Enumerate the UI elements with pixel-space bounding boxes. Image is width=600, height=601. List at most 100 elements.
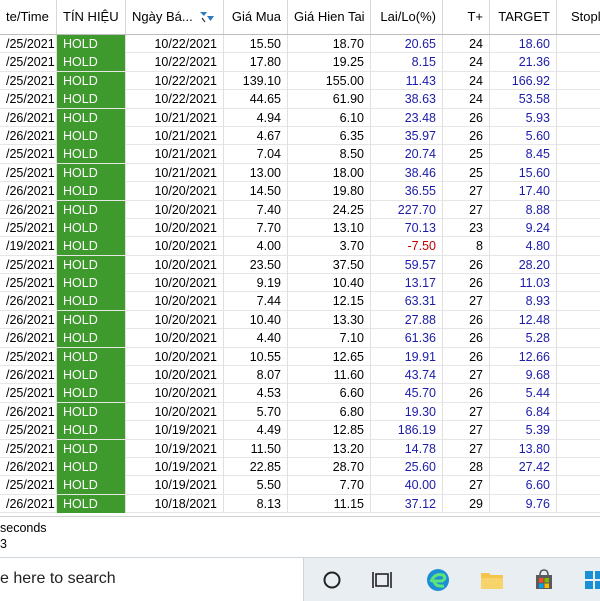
cell-datetime[interactable]: /25/2021 (0, 90, 57, 109)
cell-cur-price[interactable]: 37.50 (288, 255, 371, 274)
cell-cur-price[interactable]: 11.60 (288, 366, 371, 385)
cell-target[interactable]: 18.60 (490, 35, 557, 53)
cell-target[interactable]: 6.84 (490, 402, 557, 421)
cell-signal[interactable]: HOLD (57, 347, 126, 366)
table-row[interactable]: /25/2021 HOLD 10/21/2021 7.04 8.50 20.74 25 8.4… (0, 145, 600, 164)
cell-cur-price[interactable]: 6.80 (288, 402, 371, 421)
task-view-icon[interactable] (366, 564, 398, 596)
cell-t[interactable]: 26 (443, 255, 490, 274)
cell-stoploss[interactable]: 42. (557, 90, 600, 108)
cell-cur-price[interactable]: 19.80 (288, 182, 371, 201)
table-row[interactable]: /25/2021 HOLD 10/20/2021 10.55 12.65 19.91 26 1… (0, 347, 600, 367)
cell-pnl[interactable]: 27.88 (371, 310, 443, 329)
cell-pnl[interactable]: 70.13 (371, 218, 443, 237)
cell-signal[interactable]: HOLD (57, 329, 126, 348)
col-header-datetime[interactable]: te/Time (0, 0, 57, 34)
cell-buy-date[interactable]: 10/19/2021 (126, 457, 224, 476)
cell-buy-date[interactable]: 10/21/2021 (126, 108, 224, 127)
col-header-target[interactable]: TARGET (490, 0, 557, 34)
cell-signal[interactable]: HOLD (57, 421, 126, 440)
cell-pnl[interactable]: 43.74 (371, 366, 443, 385)
cell-datetime[interactable]: /26/2021 (0, 494, 57, 513)
table-row[interactable]: /26/2021 HOLD 10/20/2021 8.07 11.60 43.74 27 9.… (0, 366, 600, 385)
col-header-buy-price[interactable]: Giá Mua (224, 0, 288, 34)
cell-target[interactable]: 9.24 (490, 218, 557, 237)
cell-buy-price[interactable]: 22.85 (224, 457, 288, 476)
cell-target[interactable]: 8.45 (490, 145, 557, 164)
cell-t[interactable]: 29 (443, 494, 490, 513)
cell-target[interactable]: 6.60 (490, 476, 557, 495)
cell-signal[interactable]: HOLD (57, 292, 126, 311)
taskbar-search-box[interactable]: e here to search (0, 558, 304, 601)
cell-datetime[interactable]: /26/2021 (0, 366, 57, 385)
cell-signal[interactable]: HOLD (57, 402, 126, 421)
cell-signal[interactable]: HOLD (57, 126, 126, 145)
cell-target[interactable]: 8.93 (490, 292, 557, 311)
cell-t[interactable]: 25 (443, 163, 490, 182)
cell-t[interactable]: 23 (443, 218, 490, 237)
cell-buy-price[interactable]: 14.50 (224, 182, 288, 201)
cell-datetime[interactable]: /26/2021 (0, 457, 57, 476)
cell-datetime[interactable]: /25/2021 (0, 347, 57, 366)
cell-cur-price[interactable]: 24.25 (288, 200, 371, 219)
cell-stoploss[interactable]: 4. (557, 127, 600, 145)
cell-cur-price[interactable]: 12.85 (288, 421, 371, 440)
cell-datetime[interactable]: /25/2021 (0, 476, 57, 495)
cell-cur-price[interactable]: 6.60 (288, 384, 371, 403)
cell-signal[interactable]: HOLD (57, 494, 126, 513)
cell-stoploss[interactable]: 12. (557, 164, 600, 182)
cell-cur-price[interactable]: 11.15 (288, 494, 371, 513)
cell-target[interactable]: 28.20 (490, 255, 557, 274)
cell-t[interactable]: 24 (443, 35, 490, 53)
cell-stoploss[interactable]: 5. (557, 403, 600, 421)
cell-stoploss[interactable]: 21. (557, 458, 600, 476)
cell-stoploss[interactable]: 5. (557, 476, 600, 494)
edge-icon[interactable] (422, 564, 454, 596)
cell-stoploss[interactable]: 7. (557, 201, 600, 219)
cell-target[interactable]: 21.36 (490, 53, 557, 72)
cell-datetime[interactable]: /26/2021 (0, 292, 57, 311)
cell-cur-price[interactable]: 61.90 (288, 90, 371, 109)
cell-stoploss[interactable]: 13. (557, 182, 600, 200)
cell-buy-date[interactable]: 10/20/2021 (126, 310, 224, 329)
cell-target[interactable]: 5.60 (490, 126, 557, 145)
cell-t[interactable]: 26 (443, 347, 490, 366)
cell-target[interactable]: 5.39 (490, 421, 557, 440)
cell-signal[interactable]: HOLD (57, 35, 126, 53)
cell-buy-price[interactable]: 15.50 (224, 35, 288, 53)
cell-stoploss[interactable]: 9. (557, 311, 600, 329)
cell-stoploss[interactable]: 4. (557, 384, 600, 402)
cell-t[interactable]: 27 (443, 476, 490, 495)
cell-datetime[interactable]: /26/2021 (0, 402, 57, 421)
cell-t[interactable]: 27 (443, 439, 490, 458)
table-row[interactable]: /26/2021 HOLD 10/20/2021 4.40 7.10 61.36 26 5.2… (0, 329, 600, 348)
cell-cur-price[interactable]: 28.70 (288, 457, 371, 476)
cell-buy-price[interactable]: 4.94 (224, 108, 288, 127)
cell-t[interactable]: 26 (443, 126, 490, 145)
table-row[interactable]: /26/2021 HOLD 10/21/2021 4.67 6.35 35.97 26 5.6… (0, 126, 600, 146)
cell-target[interactable]: 4.80 (490, 237, 557, 256)
cell-stoploss[interactable]: 7. (557, 219, 600, 237)
cell-buy-date[interactable]: 10/20/2021 (126, 366, 224, 385)
cell-buy-date[interactable]: 10/21/2021 (126, 163, 224, 182)
cell-buy-price[interactable]: 4.49 (224, 421, 288, 440)
cell-buy-date[interactable]: 10/19/2021 (126, 476, 224, 495)
col-header-stoploss[interactable]: Stoplo (557, 0, 600, 34)
cell-cur-price[interactable]: 13.30 (288, 310, 371, 329)
table-row[interactable]: /25/2021 HOLD 10/22/2021 139.10 155.00 11.43 2… (0, 71, 600, 91)
cell-buy-date[interactable]: 10/20/2021 (126, 255, 224, 274)
cell-pnl[interactable]: -7.50 (371, 237, 443, 256)
cell-t[interactable]: 27 (443, 292, 490, 311)
cell-pnl[interactable]: 40.00 (371, 476, 443, 495)
cell-buy-price[interactable]: 7.70 (224, 218, 288, 237)
cell-cur-price[interactable]: 12.65 (288, 347, 371, 366)
cell-signal[interactable]: HOLD (57, 384, 126, 403)
cell-target[interactable]: 9.76 (490, 494, 557, 513)
cell-stoploss[interactable]: 4. (557, 109, 600, 127)
cell-cur-price[interactable]: 18.00 (288, 163, 371, 182)
cell-pnl[interactable]: 13.17 (371, 274, 443, 293)
col-header-buy-date[interactable]: Ngày Bá... (126, 0, 224, 34)
cell-signal[interactable]: HOLD (57, 218, 126, 237)
cell-buy-price[interactable]: 7.40 (224, 200, 288, 219)
cell-datetime[interactable]: /25/2021 (0, 255, 57, 274)
